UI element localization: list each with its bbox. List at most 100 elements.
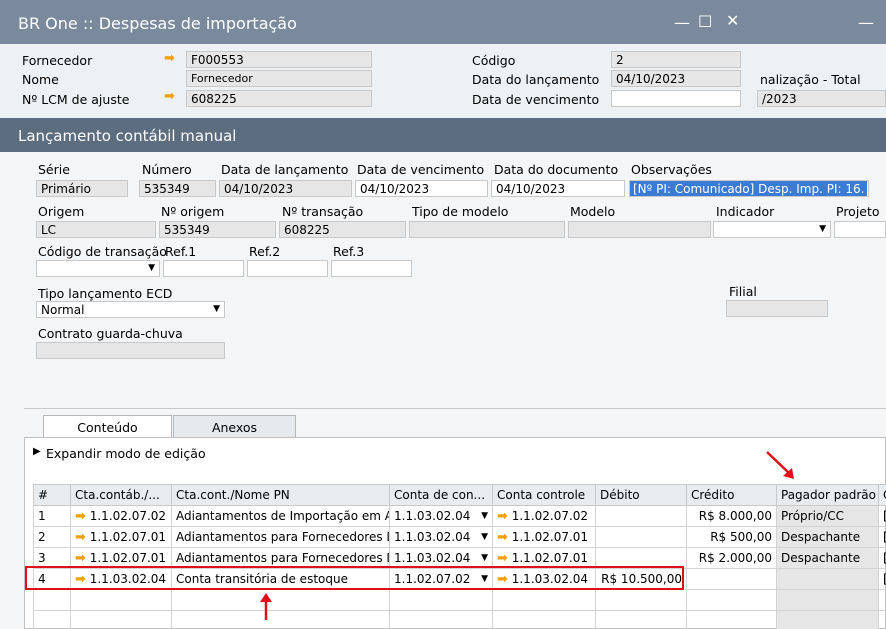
col-header-debito[interactable]: Débito	[595, 484, 687, 506]
data-lancamento-field[interactable]: 04/10/2023	[219, 180, 352, 197]
checkbox-cell[interactable]: [	[878, 568, 886, 590]
controle-cell[interactable]: ➡ 1.1.02.07.01	[492, 526, 596, 548]
pagador-cell[interactable]	[776, 568, 879, 590]
data-lancamento-label: Data do lançamento	[472, 72, 600, 87]
col-header-credito[interactable]: Crédito	[686, 484, 777, 506]
row-number: 1	[33, 505, 71, 527]
col-header-num[interactable]: #	[33, 484, 71, 506]
link-arrow-icon[interactable]: ➡	[497, 551, 508, 566]
maximize-icon[interactable]: ☐	[698, 12, 712, 31]
link-arrow-icon[interactable]: ➡	[497, 530, 508, 545]
col-header-conta-con[interactable]: Conta de con...	[389, 484, 493, 506]
controle-value: 1.1.02.07.01	[511, 529, 589, 544]
controle-value: 1.1.02.07.02	[511, 508, 589, 523]
credito-cell[interactable]: R$ 500,00	[686, 526, 777, 548]
tipo-modelo-label: Tipo de modelo	[412, 204, 509, 219]
modelo-field[interactable]	[568, 221, 711, 238]
chevron-down-icon[interactable]: ▼	[819, 224, 826, 234]
link-arrow-icon[interactable]: ➡	[497, 509, 508, 524]
lcm-field[interactable]: 608225	[186, 90, 372, 107]
pagador-cell[interactable]: Despachante	[776, 547, 879, 569]
data-vencimento-field[interactable]	[611, 90, 741, 107]
ref1-label: Ref.1	[165, 244, 197, 259]
n-transacao-field[interactable]: 608225	[279, 221, 406, 238]
minimize-icon[interactable]: —	[674, 13, 690, 32]
close-icon[interactable]: ✕	[726, 11, 739, 30]
debito-cell[interactable]	[595, 505, 687, 527]
chevron-down-icon[interactable]: ▼	[481, 532, 488, 542]
debito-cell[interactable]	[595, 526, 687, 548]
table-row[interactable]: 1 ➡ 1.1.02.07.02 Adiantamentos de Import…	[33, 505, 886, 527]
table-row-empty	[33, 610, 886, 629]
tipo-ecd-dropdown[interactable]: Normal ▼	[36, 301, 225, 318]
contrato-field[interactable]	[36, 342, 225, 359]
link-arrow-icon[interactable]: ➡	[75, 509, 86, 524]
checkbox-cell[interactable]: [	[878, 526, 886, 548]
contrato-label: Contrato guarda-chuva	[38, 326, 183, 341]
chevron-down-icon[interactable]: ▼	[213, 304, 220, 314]
chevron-down-icon[interactable]: ▼	[481, 553, 488, 563]
link-arrow-icon[interactable]: ➡	[75, 530, 86, 545]
numero-field[interactable]: 535349	[139, 180, 216, 197]
grid-header-row: # Cta.contáb./... Cta.cont./Nome PN Cont…	[33, 484, 886, 506]
data-vencimento-field[interactable]: 04/10/2023	[355, 180, 488, 197]
serie-field[interactable]: Primário	[36, 180, 128, 197]
table-row[interactable]: 2 ➡ 1.1.02.07.01 Adiantamentos para Forn…	[33, 526, 886, 548]
tipo-modelo-field[interactable]	[409, 221, 565, 238]
checkbox-cell[interactable]: [	[878, 505, 886, 527]
origem-field[interactable]: LC	[36, 221, 156, 238]
credito-cell[interactable]: R$ 8.000,00	[686, 505, 777, 527]
col-header-pagador[interactable]: Pagador padrão	[776, 484, 879, 506]
link-arrow-icon[interactable]: ➡	[75, 551, 86, 566]
link-arrow-icon[interactable]: ➡	[164, 51, 175, 66]
observacoes-selected-text: [Nº PI: Comunicado] Desp. Imp. PI: 16.	[630, 181, 868, 196]
link-arrow-icon[interactable]: ➡	[164, 89, 175, 104]
tab-conteudo[interactable]: Conteúdo	[43, 415, 172, 437]
col-header-c[interactable]: C	[878, 484, 886, 506]
conta-con-cell[interactable]: 1.1.03.02.04 ▼	[389, 505, 493, 527]
indicador-dropdown[interactable]: ▼	[713, 221, 831, 238]
filial-label: Filial	[729, 284, 757, 299]
conta-con-cell[interactable]: 1.1.03.02.04 ▼	[389, 526, 493, 548]
col-header-cta-contab[interactable]: Cta.contáb./...	[70, 484, 172, 506]
numero-label: Número	[142, 162, 192, 177]
ref3-field[interactable]	[331, 260, 412, 277]
nome-field[interactable]: Fornecedor	[186, 70, 372, 87]
fornecedor-field[interactable]: F000553	[186, 51, 372, 68]
caret-right-icon[interactable]: ▶	[33, 446, 41, 457]
nome-cell[interactable]: Adiantamentos para Fornecedores Di	[171, 526, 390, 548]
pagador-cell[interactable]: Próprio/CC	[776, 505, 879, 527]
expand-edit-mode-link[interactable]: Expandir modo de edição	[46, 446, 206, 461]
ref1-field[interactable]	[163, 260, 244, 277]
cta-contab-cell[interactable]: ➡ 1.1.02.07.02	[70, 505, 172, 527]
n-transacao-label: Nº transação	[282, 204, 364, 219]
col-header-nome-pn[interactable]: Cta.cont./Nome PN	[171, 484, 390, 506]
cta-contab-cell[interactable]: ➡ 1.1.02.07.01	[70, 526, 172, 548]
cod-transacao-dropdown[interactable]: ▼	[36, 260, 160, 277]
serie-label: Série	[38, 162, 70, 177]
projeto-field[interactable]	[834, 221, 886, 238]
minimize-icon-2[interactable]: —	[858, 13, 874, 32]
n-origem-field[interactable]: 535349	[159, 221, 276, 238]
controle-cell[interactable]: ➡ 1.1.02.07.02	[492, 505, 596, 527]
tab-anexos[interactable]: Anexos	[173, 415, 296, 437]
ref2-field[interactable]	[247, 260, 328, 277]
cta-value: 1.1.02.07.01	[89, 550, 167, 565]
data-lancamento-field[interactable]: 04/10/2023	[611, 70, 741, 87]
filial-field[interactable]	[726, 300, 828, 317]
side-field[interactable]: /2023	[757, 90, 886, 107]
codigo-field[interactable]: 2	[611, 51, 741, 68]
credito-cell[interactable]: R$ 2.000,00	[686, 547, 777, 569]
conta-con-value: 1.1.03.02.04	[394, 509, 471, 523]
chevron-down-icon[interactable]: ▼	[148, 263, 155, 273]
checkbox-cell[interactable]: [	[878, 547, 886, 569]
col-header-conta-controle[interactable]: Conta controle	[492, 484, 596, 506]
ref3-label: Ref.3	[333, 244, 365, 259]
chevron-down-icon[interactable]: ▼	[481, 511, 488, 521]
observacoes-field[interactable]: [Nº PI: Comunicado] Desp. Imp. PI: 16.	[629, 180, 869, 197]
pagador-cell[interactable]: Despachante	[776, 526, 879, 548]
data-documento-field[interactable]: 04/10/2023	[491, 180, 625, 197]
annotation-arrow-down-icon	[766, 451, 794, 479]
nome-cell[interactable]: Adiantamentos de Importação em An	[171, 505, 390, 527]
credito-cell[interactable]	[686, 568, 777, 590]
